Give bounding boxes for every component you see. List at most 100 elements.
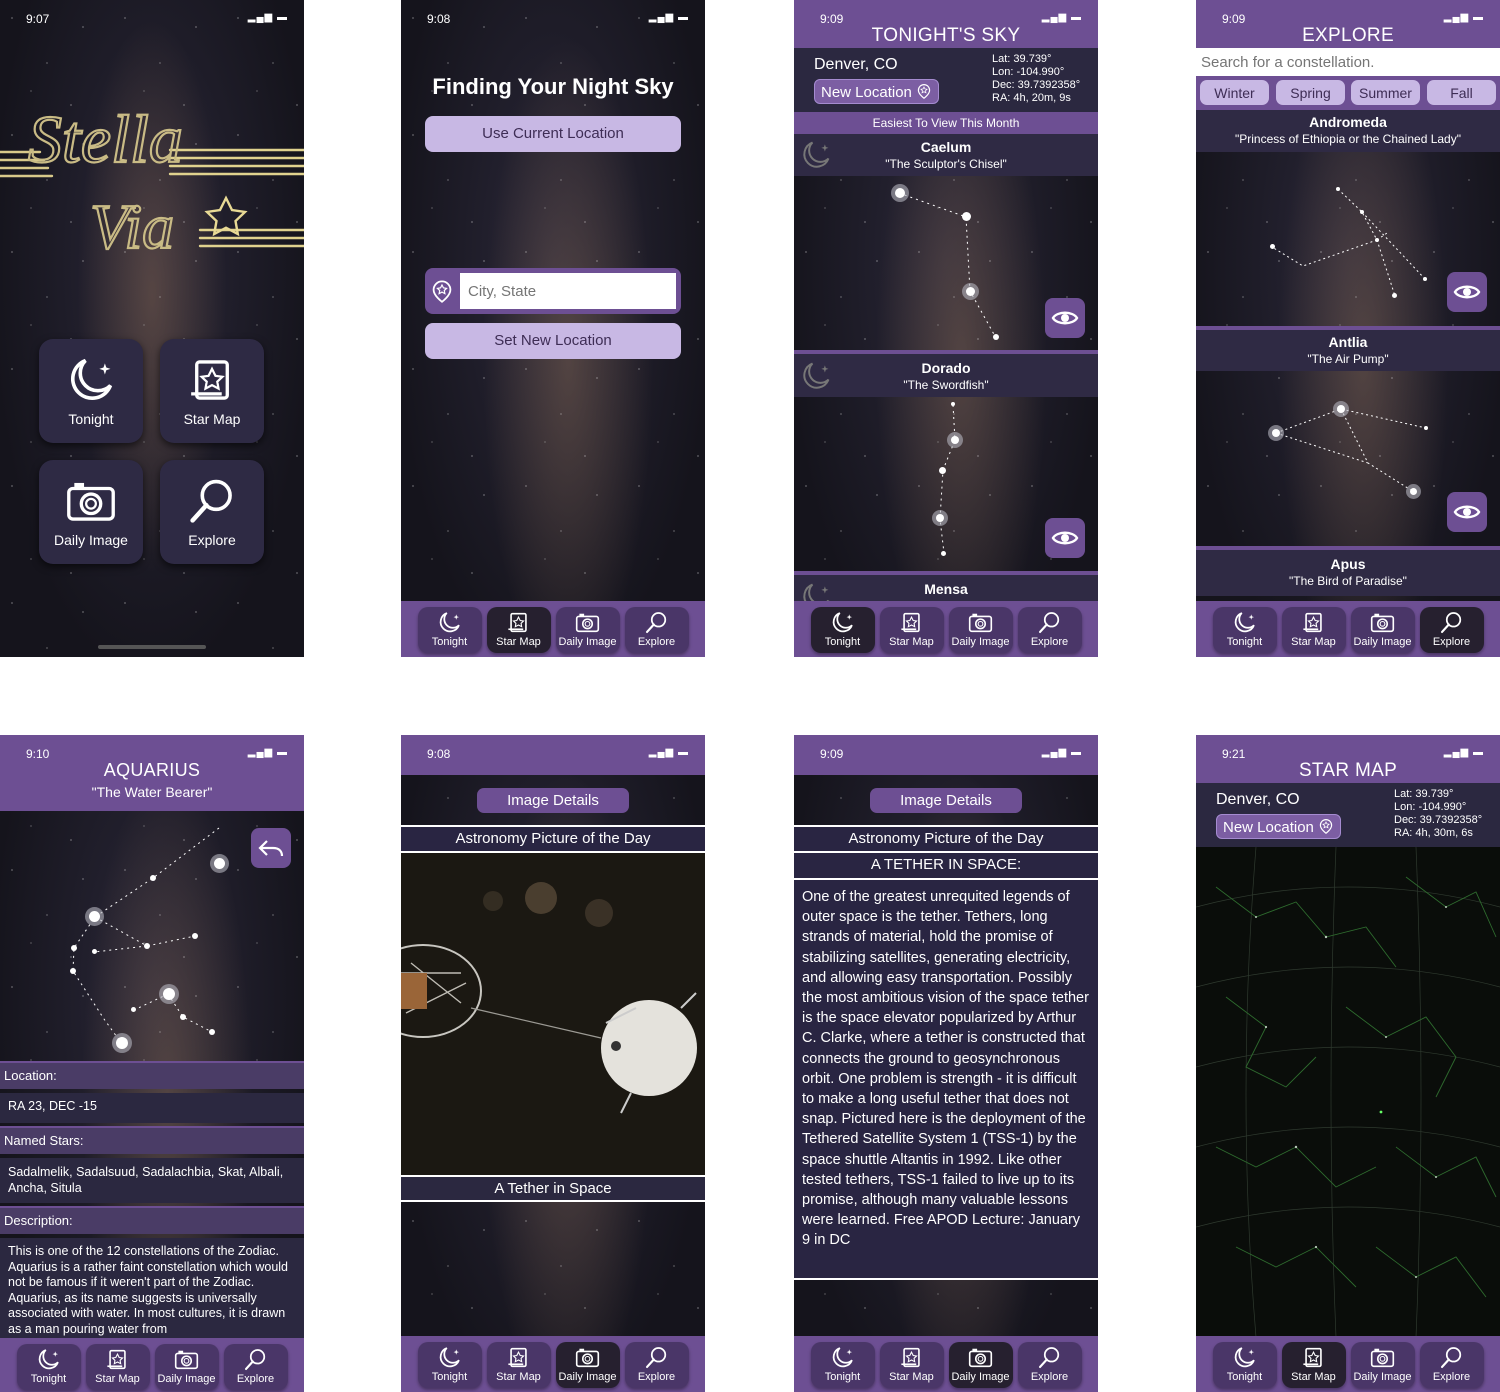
tab-bar: Tonight Star Map Daily Image Explore xyxy=(0,1338,304,1392)
tab-tonight[interactable]: Tonight xyxy=(16,1344,81,1390)
tab-bar: Tonight Star Map Daily Image Explore xyxy=(1196,601,1500,657)
tile-star-map[interactable]: Star Map xyxy=(160,339,264,443)
tile-explore[interactable]: Explore xyxy=(160,460,264,564)
status-time: 9:10 xyxy=(26,747,50,761)
view-constellation-button[interactable] xyxy=(1447,492,1487,532)
use-current-location-button[interactable]: Use Current Location xyxy=(425,116,681,152)
city-label: Denver, CO xyxy=(814,56,898,73)
constellation-star xyxy=(951,436,959,444)
camera-icon xyxy=(1369,610,1396,635)
status-bar: 9:09 ▂▄▆ ▬ xyxy=(794,735,1098,771)
star-map-icon xyxy=(505,1345,532,1370)
tab-star-map[interactable]: Star Map xyxy=(85,1344,150,1390)
star-map-icon xyxy=(505,610,532,635)
sky-chart[interactable] xyxy=(1196,847,1500,1337)
apod-heading: Astronomy Picture of the Day xyxy=(794,825,1098,853)
moon-icon xyxy=(436,1345,463,1370)
tab-star-map[interactable]: Star Map xyxy=(486,1342,551,1388)
tab-explore[interactable]: Explore xyxy=(1419,607,1484,653)
tab-daily-image-label: Daily Image xyxy=(1353,636,1412,648)
view-constellation-button[interactable] xyxy=(1045,518,1085,558)
tab-explore-label: Explore xyxy=(1432,636,1471,648)
tab-tonight-label: Tonight xyxy=(1226,636,1263,648)
tile-explore-label: Explore xyxy=(188,532,236,548)
tab-tonight[interactable]: Tonight xyxy=(1212,607,1277,653)
constellation-nickname: "The Air Pump" xyxy=(1307,352,1389,366)
set-new-location-button[interactable]: Set New Location xyxy=(425,323,681,359)
tab-tonight[interactable]: Tonight xyxy=(810,607,875,653)
tab-bar: Tonight Star Map Daily Image Explore xyxy=(401,1336,705,1392)
tab-daily-image[interactable]: Daily Image xyxy=(555,607,620,653)
tab-star-map[interactable]: Star Map xyxy=(1281,607,1346,653)
back-button[interactable] xyxy=(251,828,291,868)
tab-explore[interactable]: Explore xyxy=(223,1344,288,1390)
image-details-button[interactable]: Image Details xyxy=(870,788,1022,813)
tab-daily-image[interactable]: Daily Image xyxy=(555,1342,620,1388)
season-button-winter[interactable]: Winter xyxy=(1200,80,1269,105)
constellation-name: Mensa xyxy=(924,581,968,597)
tab-explore[interactable]: Explore xyxy=(1017,607,1082,653)
tile-daily-image[interactable]: Daily Image xyxy=(39,460,143,564)
season-button-fall[interactable]: Fall xyxy=(1427,80,1496,105)
constellation-star xyxy=(936,514,944,522)
tile-tonight[interactable]: Tonight xyxy=(39,339,143,443)
tab-tonight[interactable]: Tonight xyxy=(417,1342,482,1388)
screen-find-location: 9:08 ▂▄▆ ▬ Finding Your Night Sky Use Cur… xyxy=(401,0,705,657)
tab-daily-image[interactable]: Daily Image xyxy=(1350,607,1415,653)
tab-tonight-label: Tonight xyxy=(30,1373,67,1385)
header: 9:08 ▂▄▆ ▬ xyxy=(401,735,705,775)
constellation-star xyxy=(951,402,955,406)
lon-value: Lon: -104.990° xyxy=(1394,801,1467,813)
tab-star-map[interactable]: Star Map xyxy=(879,1342,944,1388)
view-constellation-button[interactable] xyxy=(1045,298,1085,338)
eye-icon xyxy=(1453,282,1481,302)
constellation-name: Antlia xyxy=(1328,334,1368,350)
new-location-button[interactable]: New Location xyxy=(814,79,940,104)
camera-icon xyxy=(173,1347,200,1372)
moon-icon xyxy=(829,610,856,635)
search-icon xyxy=(1438,610,1465,635)
tab-tonight[interactable]: Tonight xyxy=(810,1342,875,1388)
tab-star-map-label: Star Map xyxy=(95,1373,140,1385)
status-bar: 9:09 ▂▄▆ ▬ xyxy=(1196,0,1500,36)
svg-text:Stella: Stella xyxy=(28,101,183,177)
constellation-star xyxy=(70,968,76,974)
tab-daily-image[interactable]: Daily Image xyxy=(948,1342,1013,1388)
eye-icon xyxy=(1453,502,1481,522)
screen-home: 9:07 ▂▄▆ ▬ Stella Via Tonight Star Map Da… xyxy=(0,0,304,657)
tab-explore[interactable]: Explore xyxy=(624,607,689,653)
tab-daily-image-label: Daily Image xyxy=(951,1371,1010,1383)
signal-icons: ▂▄▆ ▬ xyxy=(1443,747,1484,758)
new-location-button[interactable]: New Location xyxy=(1216,814,1342,839)
tab-daily-image[interactable]: Daily Image xyxy=(948,607,1013,653)
star-map-icon xyxy=(184,355,240,405)
season-button-spring[interactable]: Spring xyxy=(1276,80,1345,105)
status-time: 9:07 xyxy=(26,12,50,26)
tab-star-map[interactable]: Star Map xyxy=(879,607,944,653)
lat-value: Lat: 39.739° xyxy=(1394,788,1454,800)
view-constellation-button[interactable] xyxy=(1447,272,1487,312)
tab-tonight[interactable]: Tonight xyxy=(1212,1342,1277,1388)
season-button-summer[interactable]: Summer xyxy=(1351,80,1420,105)
tab-star-map[interactable]: Star Map xyxy=(486,607,551,653)
tab-tonight[interactable]: Tonight xyxy=(417,607,482,653)
constellation-star xyxy=(131,1007,136,1012)
tab-daily-image[interactable]: Daily Image xyxy=(1350,1342,1415,1388)
tab-daily-image[interactable]: Daily Image xyxy=(154,1344,219,1390)
tab-explore[interactable]: Explore xyxy=(1017,1342,1082,1388)
constellation-search-input[interactable] xyxy=(1196,48,1500,76)
status-bar: 9:08 ▂▄▆ ▬ xyxy=(401,0,705,36)
constellation-star xyxy=(1272,429,1280,437)
tab-star-map[interactable]: Star Map xyxy=(1281,1342,1346,1388)
star-map-icon xyxy=(1300,1345,1327,1370)
constellation-nickname: "The Bird of Paradise" xyxy=(1289,574,1407,588)
tab-explore[interactable]: Explore xyxy=(1419,1342,1484,1388)
moon-icon xyxy=(63,355,119,405)
image-details-button[interactable]: Image Details xyxy=(477,788,629,813)
tab-explore[interactable]: Explore xyxy=(624,1342,689,1388)
city-state-input[interactable] xyxy=(460,273,676,309)
constellation-name: Dorado xyxy=(921,360,971,376)
screen-constellation-detail: 9:10 ▂▄▆ ▬ AQUARIUS "The Water Bearer" Lo… xyxy=(0,735,304,1392)
constellation-star xyxy=(1336,187,1340,191)
constellation-star xyxy=(116,1037,128,1049)
